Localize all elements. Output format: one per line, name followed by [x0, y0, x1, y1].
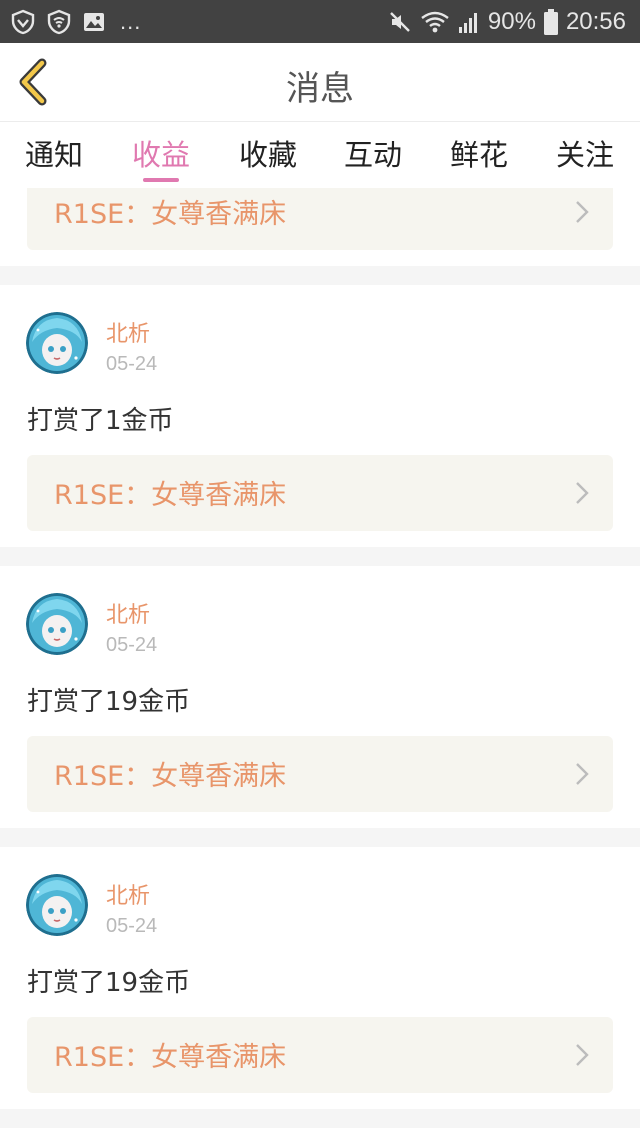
clock: 20:56	[565, 7, 626, 35]
battery-icon	[543, 8, 558, 35]
app-header: 消息	[0, 43, 640, 122]
book-title: R1SE：女尊香满床	[54, 761, 287, 792]
username[interactable]: 北析	[106, 316, 150, 348]
message-text: 打赏了1金币	[27, 406, 174, 436]
book-title: R1SE：女尊香满床	[54, 199, 287, 230]
book-link[interactable]: R1SE：女尊香满床	[27, 736, 613, 812]
username[interactable]: 北析	[106, 878, 150, 910]
timestamp: 05-24	[106, 915, 158, 937]
timestamp: 05-24	[106, 634, 158, 656]
mute-icon	[388, 10, 412, 34]
list-item: 北析 05-24 打赏了1金币 R1SE：女尊香满床	[0, 285, 640, 547]
status-left: ...	[10, 9, 141, 35]
chevron-right-icon	[575, 762, 589, 790]
list-item	[0, 1128, 640, 1138]
page-title: 消息	[286, 69, 354, 109]
wifi-icon	[420, 10, 450, 34]
active-tab-indicator	[143, 178, 179, 182]
tab-earnings[interactable]: 收益	[121, 132, 201, 174]
wifi-shield-icon	[46, 9, 72, 35]
tab-interactions[interactable]: 互动	[333, 132, 413, 174]
status-right: 90% 20:56	[388, 8, 626, 36]
shield-icon	[10, 9, 36, 35]
battery-percent: 90%	[487, 7, 536, 35]
signal-icon	[458, 10, 480, 34]
status-bar: ... 90% 20:56	[0, 0, 640, 43]
chevron-right-icon	[575, 1043, 589, 1071]
avatar[interactable]	[26, 593, 88, 655]
message-text: 打赏了19金币	[27, 687, 191, 717]
tab-notifications[interactable]: 通知	[14, 132, 94, 174]
book-link[interactable]: R1SE：女尊香满床	[27, 188, 613, 250]
image-icon	[82, 10, 106, 34]
chevron-right-icon	[575, 200, 589, 228]
book-title: R1SE：女尊香满床	[54, 1042, 287, 1073]
avatar[interactable]	[26, 312, 88, 374]
book-link[interactable]: R1SE：女尊香满床	[27, 455, 613, 531]
more-notifications: ...	[120, 8, 142, 34]
tab-following[interactable]: 关注	[545, 132, 625, 174]
book-title: R1SE：女尊香满床	[54, 480, 287, 511]
username[interactable]: 北析	[106, 597, 150, 629]
list-item: 北析 05-24 打赏了19金币 R1SE：女尊香满床	[0, 566, 640, 828]
timestamp: 05-24	[106, 353, 158, 375]
avatar[interactable]	[26, 874, 88, 936]
tab-bar: 通知 收益 收藏 互动 鲜花 关注	[0, 122, 640, 188]
list-item: R1SE：女尊香满床	[0, 188, 640, 266]
message-feed[interactable]: R1SE：女尊香满床 北析 05-24 打赏了1金币 R1SE：女尊香满床 北析…	[0, 188, 640, 1138]
book-link[interactable]: R1SE：女尊香满床	[27, 1017, 613, 1093]
tab-favorites[interactable]: 收藏	[228, 132, 308, 174]
tab-flowers[interactable]: 鲜花	[439, 132, 519, 174]
list-item: 北析 05-24 打赏了19金币 R1SE：女尊香满床	[0, 847, 640, 1109]
chevron-right-icon	[575, 481, 589, 509]
message-text: 打赏了19金币	[27, 968, 191, 998]
